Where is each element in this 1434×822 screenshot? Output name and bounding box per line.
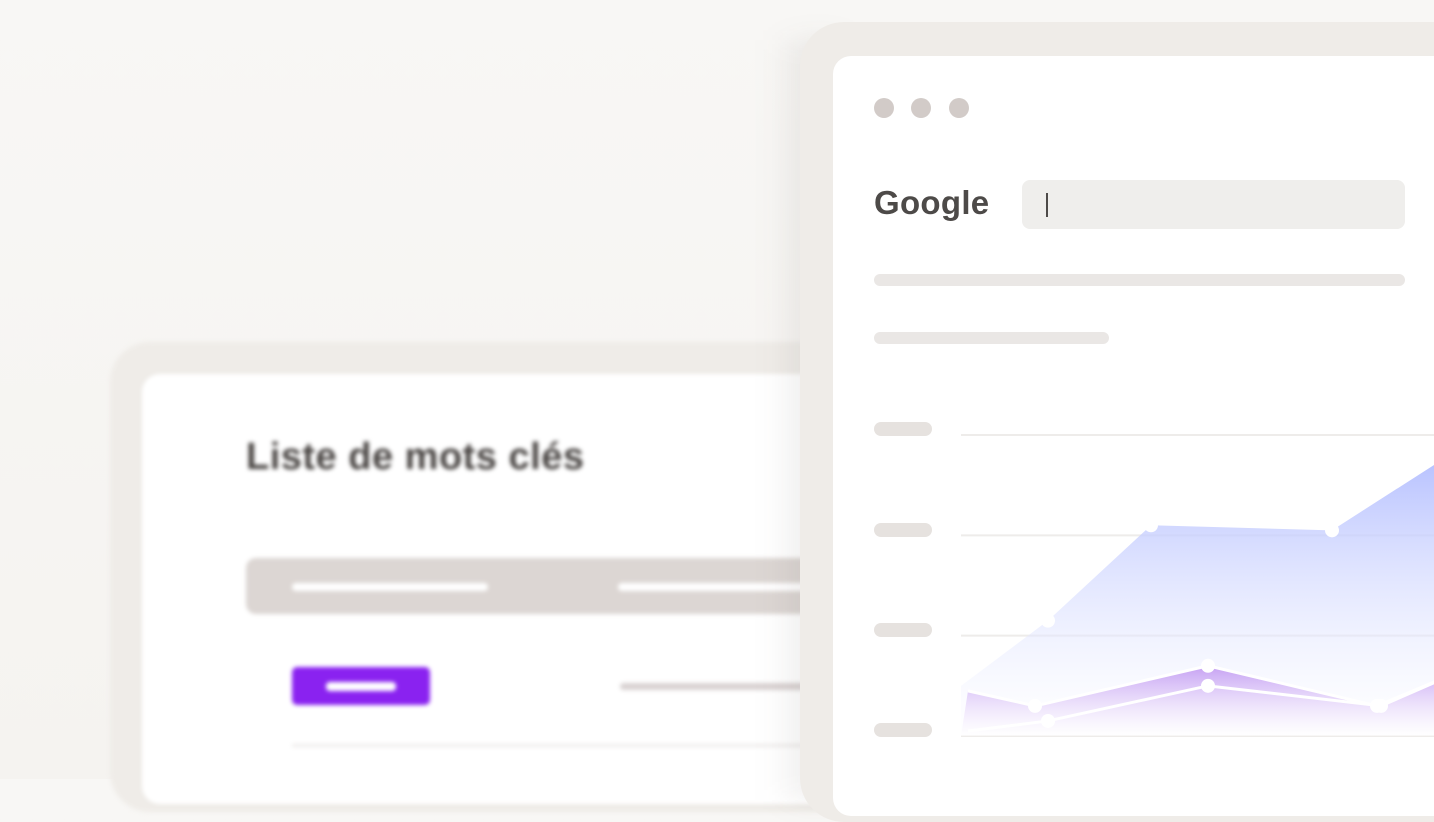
series-2-point-3	[1201, 678, 1215, 693]
series-1-point-3	[1144, 518, 1158, 533]
series-1-point-4	[1325, 523, 1339, 538]
search-window: Google	[833, 56, 1434, 816]
badge-placeholder	[326, 682, 396, 691]
series-3-point-4	[1370, 698, 1384, 713]
traffic-chart	[961, 434, 1434, 737]
series-3-point-2	[1028, 698, 1042, 713]
keyword-list-window: Liste de mots clés	[142, 374, 912, 804]
keyword-list-title: Liste de mots clés	[246, 436, 585, 478]
series-3-point-3	[1201, 658, 1215, 673]
header-placeholder-1	[292, 583, 488, 591]
series-1-point-2	[1041, 613, 1055, 628]
series-2-point-2	[1041, 713, 1055, 728]
keyword-badge[interactable]	[292, 667, 430, 705]
